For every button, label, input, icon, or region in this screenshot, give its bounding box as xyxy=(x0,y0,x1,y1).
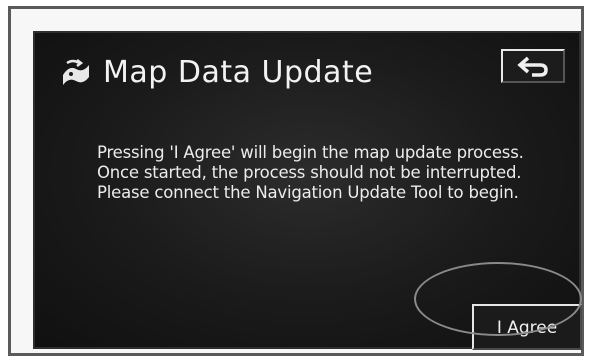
title-bar: Map Data Update xyxy=(59,47,373,97)
return-arrow-icon xyxy=(517,56,548,77)
agree-button-label: I Agree xyxy=(496,318,558,338)
update-message: Pressing 'I Agree' will begin the map up… xyxy=(97,143,524,202)
figure-frame: Map Data Update Pressing 'I Agree' will … xyxy=(8,6,584,356)
agree-button[interactable]: I Agree xyxy=(472,304,582,350)
back-button[interactable] xyxy=(501,49,565,83)
page-title: Map Data Update xyxy=(103,54,374,90)
map-update-icon xyxy=(63,59,89,85)
navigation-screen: Map Data Update Pressing 'I Agree' will … xyxy=(33,31,582,350)
